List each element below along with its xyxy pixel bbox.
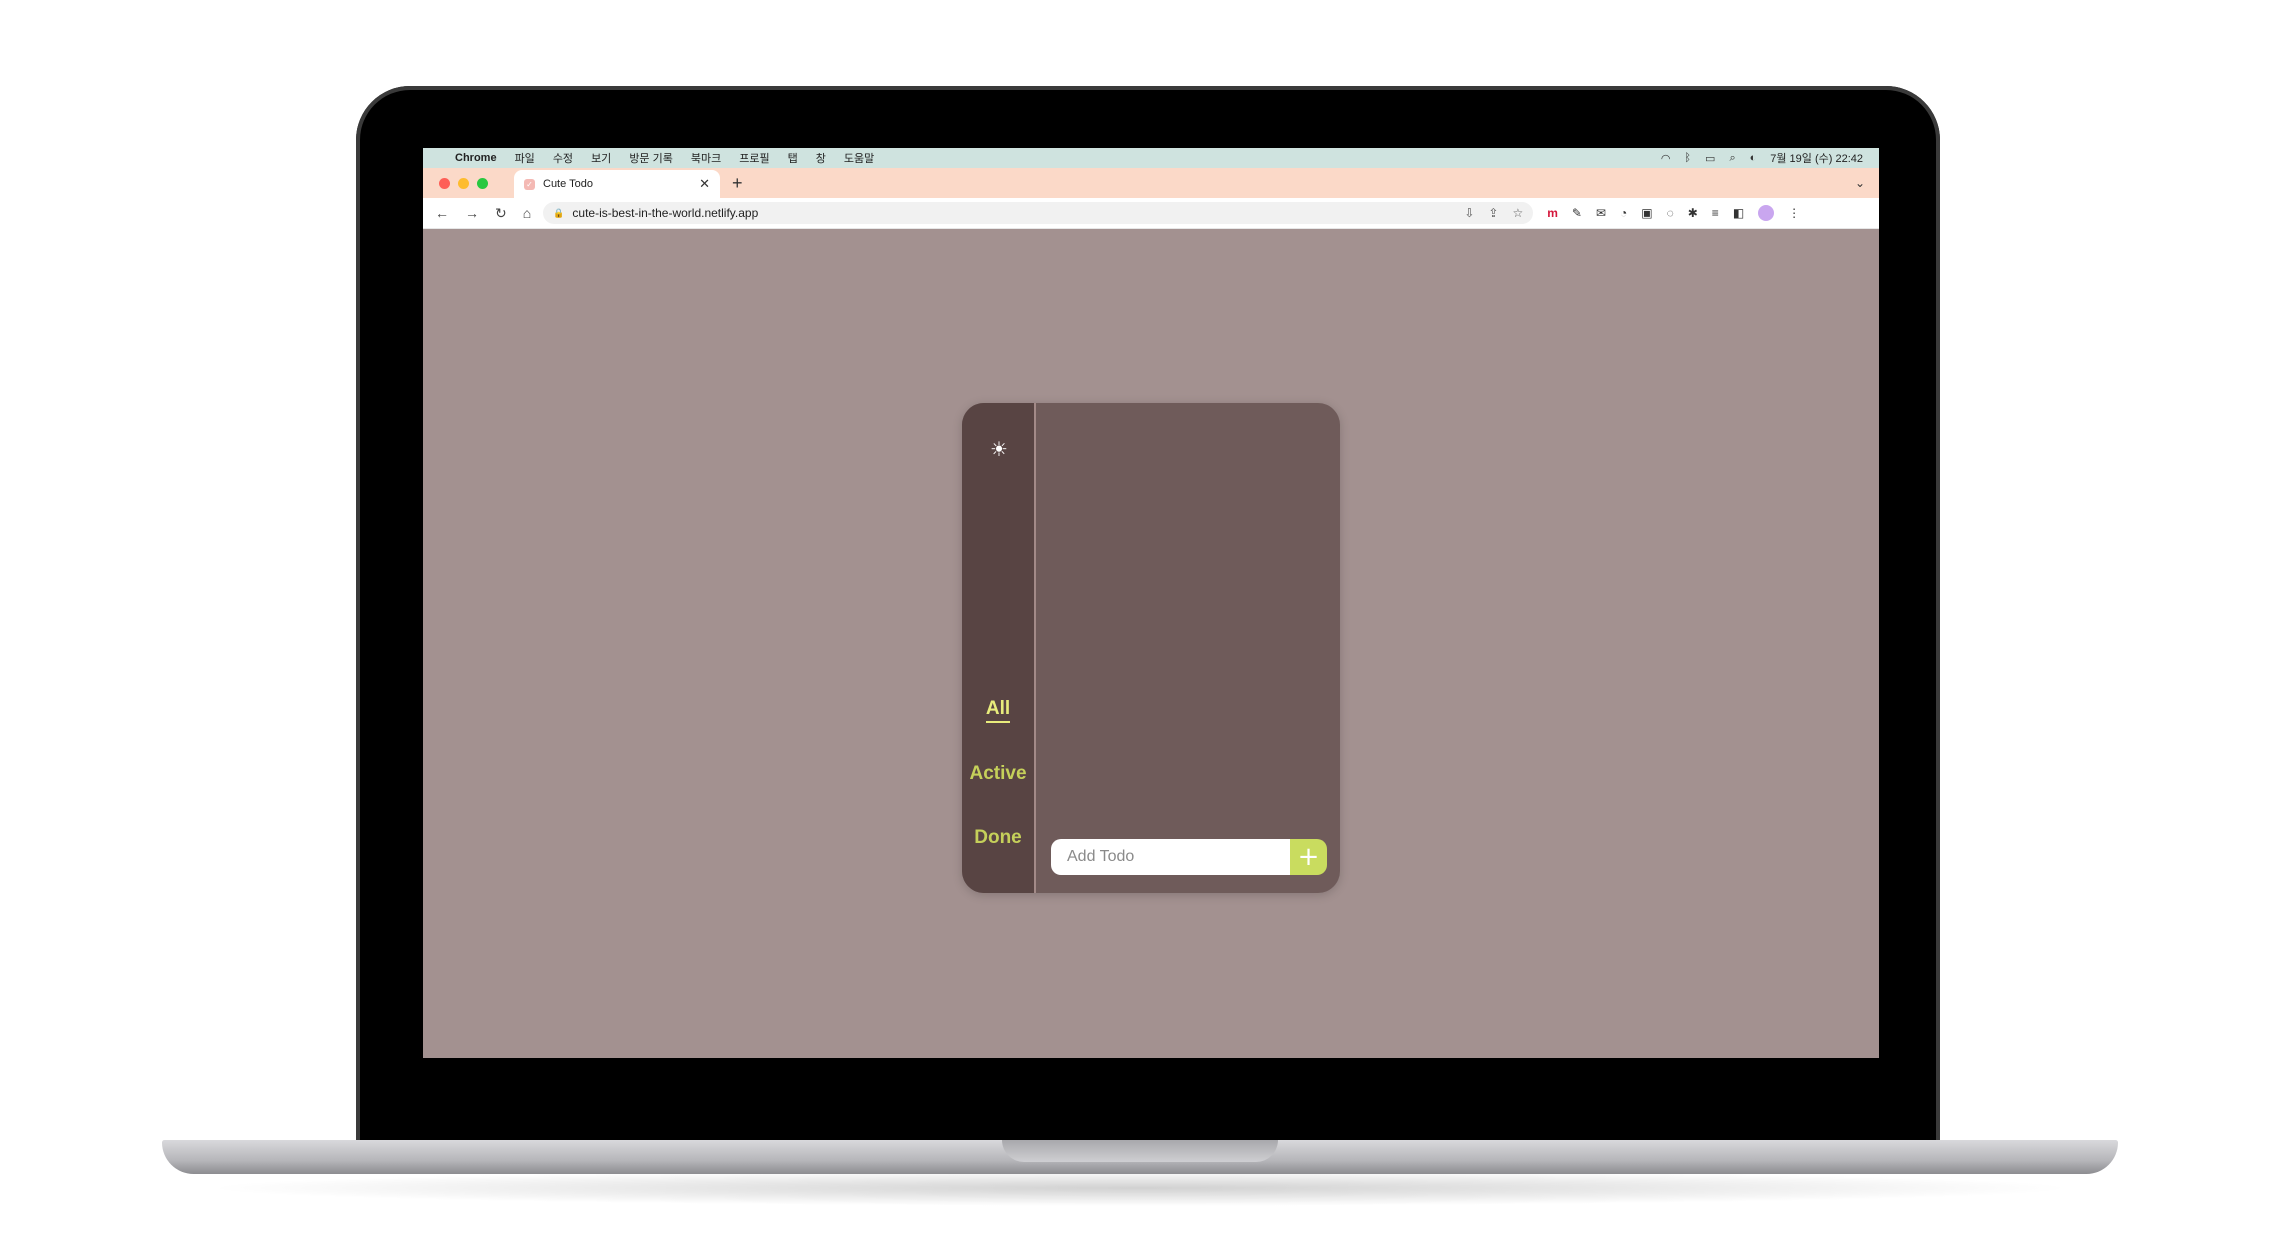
close-window-button[interactable] [439, 177, 450, 189]
screen: Chrome 파일 수정 보기 방문 기록 북마크 프로필 탭 창 도움말 ◠ … [423, 148, 1879, 1058]
url-text[interactable]: cute-is-best-in-the-world.netlify.app [572, 206, 758, 220]
install-app-icon[interactable]: ⇩ [1464, 206, 1474, 220]
profile-avatar[interactable] [1758, 205, 1775, 221]
battery-icon[interactable]: ▭ [1705, 152, 1715, 165]
add-todo-button[interactable]: + [1290, 839, 1327, 875]
tab-cute-todo[interactable]: ✓ Cute Todo ✕ [514, 170, 720, 198]
favicon-icon: ✓ [524, 178, 535, 190]
tab-strip: ✓ Cute Todo ✕ + ⌄ [423, 168, 1879, 198]
zoom-window-button[interactable] [477, 177, 488, 189]
tab-search-icon[interactable]: ⌄ [1855, 176, 1865, 190]
forward-button[interactable]: → [465, 205, 479, 222]
menu-tab[interactable]: 탭 [788, 150, 798, 166]
extension-m-icon[interactable]: m [1547, 206, 1558, 220]
menu-view[interactable]: 보기 [591, 150, 611, 166]
filter-all-label: All [985, 698, 1011, 723]
extension-circle-icon[interactable]: ◔ [1620, 206, 1627, 220]
browser-toolbar: ← → ↻ ⌂ 🔒 cute-is-best-in-the-world.netl… [423, 198, 1879, 229]
share-icon[interactable]: ⇪ [1488, 206, 1498, 220]
menu-window[interactable]: 창 [816, 150, 826, 166]
macos-menubar: Chrome 파일 수정 보기 방문 기록 북마크 프로필 탭 창 도움말 ◠ … [423, 148, 1879, 168]
extension-ghost-icon[interactable]: ◌ [1667, 206, 1674, 220]
control-center-icon[interactable]: ◐ [1750, 152, 1757, 164]
reload-button[interactable]: ↻ [495, 205, 507, 222]
app-menu-chrome[interactable]: Chrome [455, 152, 497, 164]
wifi-icon[interactable]: ◠ [1661, 152, 1671, 165]
add-todo-input[interactable] [1051, 839, 1290, 875]
chrome-menu-icon[interactable]: ⋮ [1788, 206, 1800, 220]
menu-edit[interactable]: 수정 [553, 150, 573, 166]
menubar-datetime[interactable]: 7월 19일 (수) 22:42 [1770, 150, 1863, 166]
window-controls [423, 177, 488, 189]
laptop-shadow [200, 1170, 2080, 1206]
new-tab-button[interactable]: + [732, 173, 743, 194]
reading-list-icon[interactable]: ≡ [1712, 206, 1719, 220]
menu-profiles[interactable]: 프로필 [739, 150, 769, 166]
extensions-puzzle-icon[interactable]: ✱ [1688, 206, 1698, 220]
filter-done[interactable]: Done [962, 827, 1034, 849]
filter-all[interactable]: All [962, 698, 1034, 723]
bookmark-star-icon[interactable]: ☆ [1512, 206, 1523, 220]
laptop-notch [1002, 1140, 1278, 1162]
todo-card: ☀ All Active Done + [962, 403, 1340, 893]
address-bar[interactable]: 🔒 cute-is-best-in-the-world.netlify.app … [543, 202, 1534, 224]
side-panel-icon[interactable]: ◧ [1733, 206, 1744, 220]
filter-active[interactable]: Active [962, 763, 1034, 785]
lock-icon[interactable]: 🔒 [553, 208, 564, 219]
extension-pen-icon[interactable]: ✎ [1572, 206, 1582, 220]
extensions-bar: m ✎ ✉ ◔ ▣ ◌ ✱ ≡ ◧ ⋮ [1547, 205, 1800, 221]
search-icon[interactable]: ⌕ [1729, 152, 1735, 165]
menu-help[interactable]: 도움말 [844, 150, 874, 166]
menu-bookmarks[interactable]: 북마크 [691, 150, 721, 166]
menu-file[interactable]: 파일 [515, 150, 535, 166]
minimize-window-button[interactable] [458, 177, 469, 189]
extension-square-icon[interactable]: ▣ [1641, 206, 1652, 220]
add-todo-form: + [1051, 839, 1327, 875]
close-tab-icon[interactable]: ✕ [699, 176, 710, 192]
back-button[interactable]: ← [435, 205, 449, 222]
tab-title: Cute Todo [543, 178, 593, 190]
extension-mail-icon[interactable]: ✉ [1596, 206, 1606, 220]
theme-toggle-sun-icon[interactable]: ☀ [986, 437, 1012, 463]
bluetooth-icon[interactable]: ᛒ [1684, 152, 1691, 164]
todo-sidebar: ☀ All Active Done [962, 403, 1036, 893]
home-button[interactable]: ⌂ [523, 205, 531, 222]
menu-history[interactable]: 방문 기록 [629, 150, 673, 166]
